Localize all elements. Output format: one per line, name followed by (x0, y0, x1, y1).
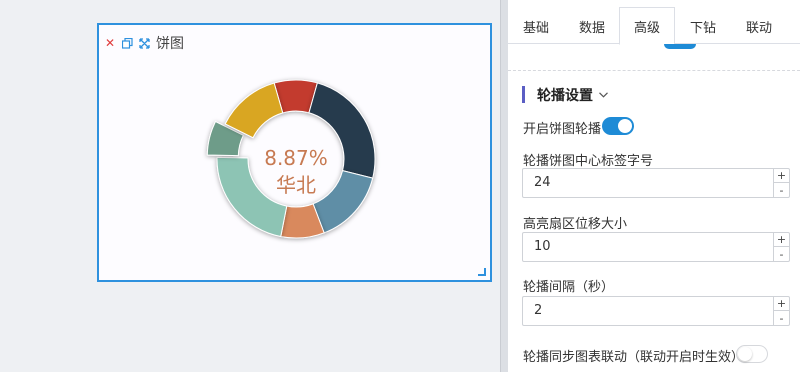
offset-label: 高亮扇区位移大小 (523, 217, 628, 232)
copy-icon[interactable] (121, 37, 133, 49)
switch-knob (618, 119, 632, 133)
interval-input[interactable]: 2 + - (522, 296, 790, 326)
pie-slice[interactable] (312, 170, 374, 234)
carousel-section-header[interactable]: 轮播设置 (522, 86, 609, 104)
expand-icon[interactable] (138, 37, 150, 49)
section-title: 轮播设置 (537, 87, 593, 104)
scrolled-toggle-switch[interactable] (664, 44, 696, 49)
increment-button[interactable]: + (774, 169, 789, 183)
enable-carousel-switch[interactable] (602, 117, 634, 135)
tab-basic[interactable]: 基础 (508, 8, 564, 44)
widget-title: 饼图 (156, 36, 184, 52)
decrement-button[interactable]: - (774, 247, 789, 261)
offset-value[interactable]: 10 (534, 233, 551, 261)
font-size-label: 轮播饼图中心标签字号 (523, 154, 654, 169)
decrement-button[interactable]: - (774, 311, 789, 325)
offset-stepper: + - (773, 233, 789, 261)
sync-linkage-label: 轮播同步图表联动（联动开启时生效） (523, 350, 745, 365)
tab-advanced[interactable]: 高级 (619, 7, 675, 45)
increment-button[interactable]: + (774, 233, 789, 247)
center-name-label: 华北 (276, 173, 316, 197)
donut-chart: 8.87% 华北 (206, 79, 376, 239)
increment-button[interactable]: + (774, 297, 789, 311)
decrement-button[interactable]: - (774, 183, 789, 197)
widget-toolbar: ✕ 饼图 (104, 35, 184, 52)
tab-data[interactable]: 数据 (564, 8, 620, 44)
interval-stepper: + - (773, 297, 789, 325)
close-icon[interactable]: ✕ (104, 37, 116, 49)
section-accent-bar (522, 86, 525, 103)
font-size-stepper: + - (773, 169, 789, 197)
enable-carousel-label: 开启饼图轮播 (523, 122, 602, 137)
tab-linkage[interactable]: 联动 (731, 8, 787, 44)
center-percent-label: 8.87% (264, 146, 328, 170)
section-divider (508, 70, 800, 71)
sync-linkage-switch[interactable] (736, 345, 768, 363)
switch-knob (738, 347, 752, 361)
font-size-value[interactable]: 24 (534, 169, 551, 197)
offset-input[interactable]: 10 + - (522, 232, 790, 262)
pie-chart-widget[interactable]: 8.87% 华北 ✕ 饼图 (97, 23, 492, 282)
panel-splitter[interactable] (500, 0, 508, 372)
interval-label: 轮播间隔（秒） (523, 280, 615, 295)
pie-slice[interactable] (224, 82, 284, 139)
chevron-down-icon[interactable] (599, 90, 609, 100)
resize-handle-icon[interactable] (478, 268, 486, 276)
settings-tabs: 基础 数据 高级 下钻 联动 (508, 0, 800, 45)
font-size-input[interactable]: 24 + - (522, 168, 790, 198)
design-canvas: 8.87% 华北 ✕ 饼图 (0, 0, 500, 372)
settings-panel: 基础 数据 高级 下钻 联动 轮播设置 开启饼图轮播 轮播饼图中心标签字号 24… (508, 0, 800, 372)
tab-drilldown[interactable]: 下钻 (675, 8, 731, 44)
interval-value[interactable]: 2 (534, 297, 542, 325)
